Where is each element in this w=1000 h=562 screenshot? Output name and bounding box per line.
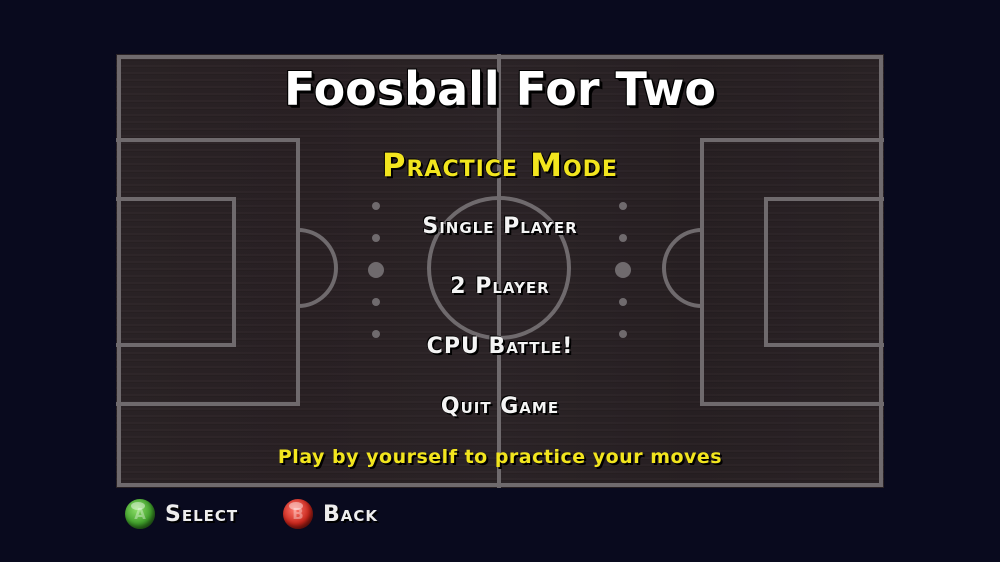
left-dot-3	[372, 298, 380, 306]
menu-item-cpu-battle[interactable]: CPU Battle!	[116, 334, 884, 359]
b-button-icon: B	[283, 499, 313, 529]
mode-description: Play by yourself to practice your moves	[277, 446, 723, 468]
right-dot-3	[619, 298, 627, 306]
game-screen: Foosball For Two Practice Mode Single Pl…	[0, 0, 1000, 562]
menu-item-single-player[interactable]: Single Player	[116, 214, 884, 239]
right-dot-1	[619, 202, 627, 210]
back-label: Back	[323, 501, 379, 527]
b-button-shine	[289, 502, 303, 510]
a-button-shine	[131, 502, 145, 510]
select-label: Select	[165, 501, 239, 527]
mode-label: Practice Mode	[382, 146, 618, 184]
foosball-field: Foosball For Two Practice Mode Single Pl…	[116, 54, 884, 488]
menu-item-quit-game[interactable]: Quit Game	[116, 394, 884, 419]
game-title: Foosball For Two	[284, 62, 716, 116]
field-markings	[116, 54, 884, 488]
back-hint[interactable]: B Back	[283, 497, 378, 531]
a-button-icon: A	[125, 499, 155, 529]
left-dot-1	[372, 202, 380, 210]
select-hint[interactable]: A Select	[125, 497, 238, 531]
menu-item-2-player[interactable]: 2 Player	[116, 274, 884, 299]
